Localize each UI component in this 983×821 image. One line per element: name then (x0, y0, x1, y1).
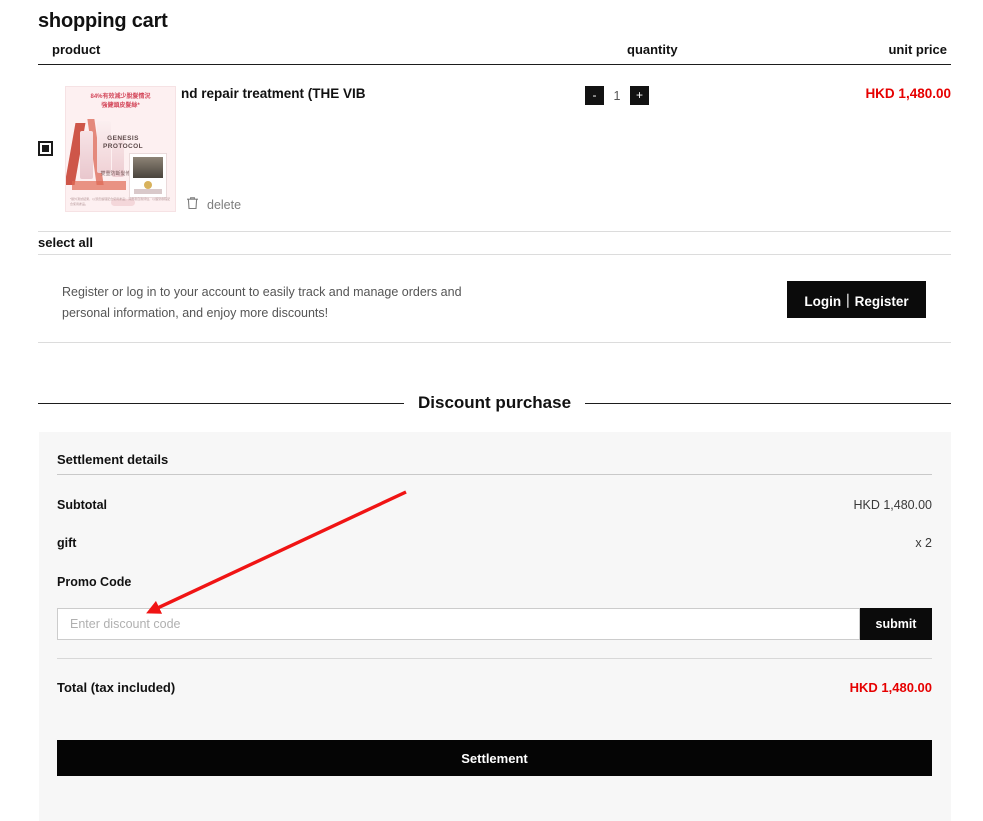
divider-line-right (585, 402, 952, 404)
discount-purchase-divider: Discount purchase (38, 392, 952, 414)
settlement-heading-divider (57, 474, 932, 475)
promo-code-input[interactable] (57, 608, 860, 640)
trash-icon (186, 196, 199, 213)
select-all-label: select all (38, 235, 93, 250)
thumbnail-salon-caption (134, 189, 162, 194)
divider-line-left (38, 402, 404, 404)
login-register-banner: Register or log in to your account to ea… (38, 265, 951, 343)
gift-label: gift (57, 536, 77, 550)
promo-code-label: Promo Code (57, 575, 132, 589)
thumbnail-salon-seal-icon (144, 181, 152, 189)
settlement-checkout-button[interactable]: Settlement (57, 740, 932, 776)
summary-row-promo-label: Promo Code (57, 575, 932, 593)
settlement-panel: Settlement details Subtotal HKD 1,480.00… (39, 432, 951, 821)
item-unit-price: HKD 1,480.00 (865, 86, 951, 101)
select-all-row[interactable]: select all (38, 231, 951, 255)
thumbnail-brand-name: GENESIS PROTOCOL (103, 135, 143, 150)
promo-code-row: submit (57, 608, 932, 640)
delete-item-button[interactable]: delete (186, 196, 241, 213)
thumbnail-headline: 84%有效減少脫髮情況 強健頭皮髮絲* (90, 94, 151, 109)
summary-row-gift: gift x 2 (57, 536, 932, 554)
thumbnail-salon-card (129, 153, 167, 198)
summary-row-subtotal: Subtotal HKD 1,480.00 (57, 498, 932, 516)
quantity-value: 1 (613, 88, 621, 103)
total-label: Total (tax included) (57, 680, 176, 695)
delete-item-label: delete (207, 197, 242, 212)
product-title[interactable]: nd repair treatment (THE VIB (181, 86, 393, 101)
login-banner-message: Register or log in to your account to ea… (62, 285, 462, 320)
discount-purchase-label: Discount purchase (417, 393, 572, 412)
quantity-increment-button[interactable]: + (630, 86, 649, 105)
column-header-quantity: quantity (627, 42, 678, 57)
cart-column-headers: product quantity unit price (38, 40, 951, 62)
page-title: shopping cart (38, 10, 168, 32)
quantity-decrement-button[interactable]: - (585, 86, 604, 105)
item-select-checkbox[interactable] (38, 141, 53, 156)
thumbnail-salon-photo (133, 157, 163, 178)
column-header-product: product (52, 42, 101, 57)
subtotal-value: HKD 1,480.00 (853, 498, 932, 512)
summary-row-total: Total (tax included) HKD 1,480.00 (57, 680, 932, 700)
promo-submit-button[interactable]: submit (860, 608, 932, 640)
checkbox-checked-fill (42, 145, 49, 152)
total-value: HKD 1,480.00 (849, 680, 932, 695)
quantity-stepper[interactable]: - 1 + (585, 86, 649, 105)
subtotal-label: Subtotal (57, 498, 107, 512)
header-divider (38, 64, 951, 65)
thumbnail-footnote: *體外測試結果，以頭皮護理配合使用產品；消費者自我評估，以護髮療程配合使用產品。 (70, 197, 171, 206)
thumbnail-bottle (80, 131, 93, 179)
total-divider (57, 658, 932, 659)
column-header-unit-price: unit price (888, 42, 947, 57)
product-thumbnail[interactable]: 84%有效減少脫髮情況 強健頭皮髮絲* GENESIS PROTOCOL 雙重防… (65, 86, 176, 212)
login-register-button[interactable]: Login｜Register (787, 281, 926, 318)
settlement-details-heading: Settlement details (57, 452, 169, 467)
gift-value: x 2 (915, 536, 932, 550)
